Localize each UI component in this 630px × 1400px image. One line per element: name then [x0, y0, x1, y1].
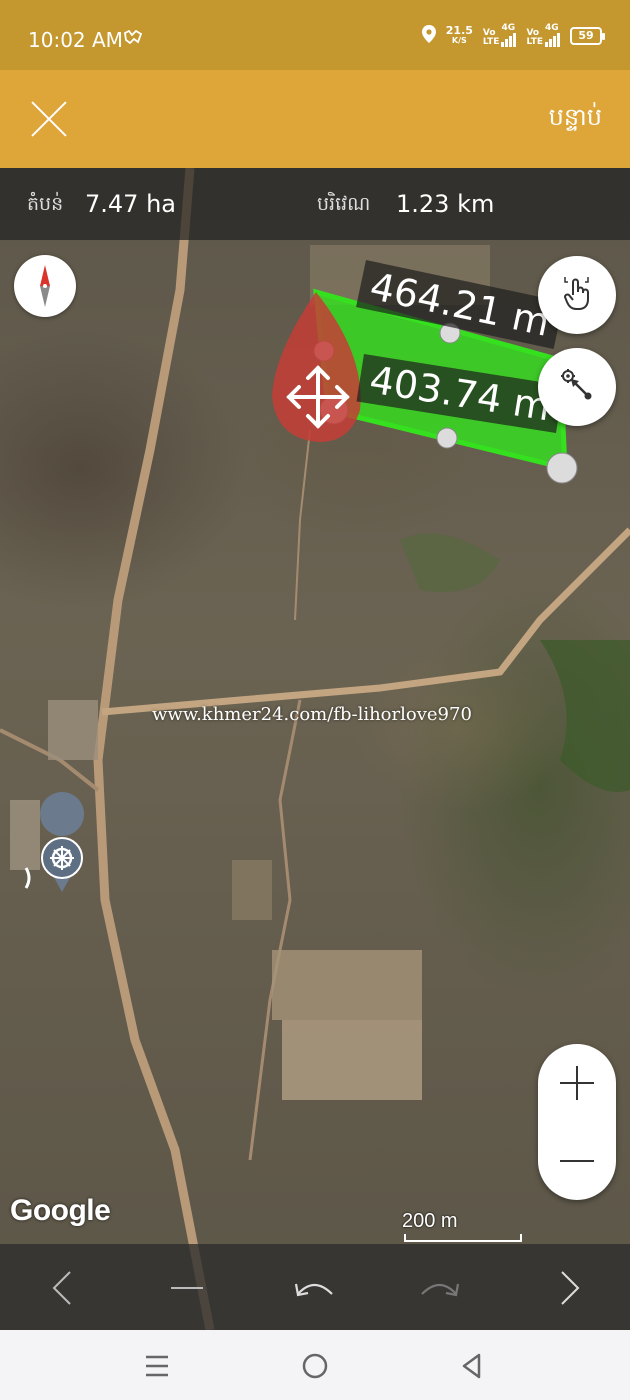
signal-icon	[545, 33, 560, 47]
area-label: តំបន់	[27, 193, 64, 215]
chevron-right-icon[interactable]	[544, 1264, 592, 1312]
measurement-bar: តំបន់ 7.47 ha បរិវេណ 1.23 km	[0, 168, 630, 240]
touch-mode-button[interactable]	[538, 256, 616, 334]
net2-type: 4G	[545, 23, 559, 33]
app-bar: បន្ទាប់	[0, 70, 630, 168]
google-logo: Google	[10, 1194, 111, 1227]
speed-unit: K/S	[451, 35, 467, 45]
place-marker-icon	[40, 792, 85, 892]
menu-icon[interactable]	[139, 1348, 175, 1384]
location-icon	[421, 25, 436, 46]
point-select-button[interactable]	[538, 348, 616, 426]
close-icon[interactable]	[28, 98, 70, 140]
compass-icon[interactable]	[14, 255, 76, 317]
chevron-left-icon[interactable]	[40, 1264, 88, 1312]
zoom-control	[538, 1044, 616, 1200]
redo-icon[interactable]	[416, 1264, 464, 1312]
hand-pointer-icon	[557, 273, 597, 317]
point-select-icon	[557, 365, 597, 409]
scale-bar	[404, 1234, 522, 1242]
next-button[interactable]: បន្ទាប់	[549, 102, 602, 137]
back-icon[interactable]	[454, 1348, 490, 1384]
zoom-out-button[interactable]	[538, 1122, 616, 1200]
status-bar: 10:02 AM 21.5 K/S Vo LTE 4G Vo LTE 4G 59	[0, 0, 630, 70]
system-nav-bar	[0, 1330, 630, 1400]
scale-label: 200 m	[402, 1210, 458, 1232]
status-icons: 21.5 K/S Vo LTE 4G Vo LTE 4G 59	[421, 23, 605, 47]
signal-icon	[501, 33, 517, 47]
area-value: 7.47 ha	[85, 190, 176, 218]
signal-sim1: Vo LTE 4G	[482, 23, 517, 47]
signal-sim2: Vo LTE 4G	[526, 23, 560, 47]
notification-icon	[124, 29, 143, 48]
minus-icon[interactable]	[163, 1264, 211, 1312]
perimeter-value: 1.23 km	[396, 190, 495, 218]
network-speed: 21.5 K/S	[445, 23, 473, 46]
watermark: www.khmer24.com/fb-lihorlove970	[152, 704, 472, 725]
status-time: 10:02 AM	[28, 28, 123, 52]
speed-value: 21.5	[445, 23, 473, 37]
net1-type: 4G	[501, 23, 516, 33]
home-icon[interactable]	[297, 1348, 333, 1384]
perimeter-label: បរិវេណ	[317, 193, 371, 215]
satellite-map[interactable]: 464.21 m 403.74 m	[0, 168, 630, 1330]
zoom-in-button[interactable]	[538, 1044, 616, 1122]
undo-icon[interactable]	[290, 1264, 338, 1312]
edit-toolbar	[0, 1244, 630, 1330]
battery-icon: 59	[570, 26, 605, 45]
